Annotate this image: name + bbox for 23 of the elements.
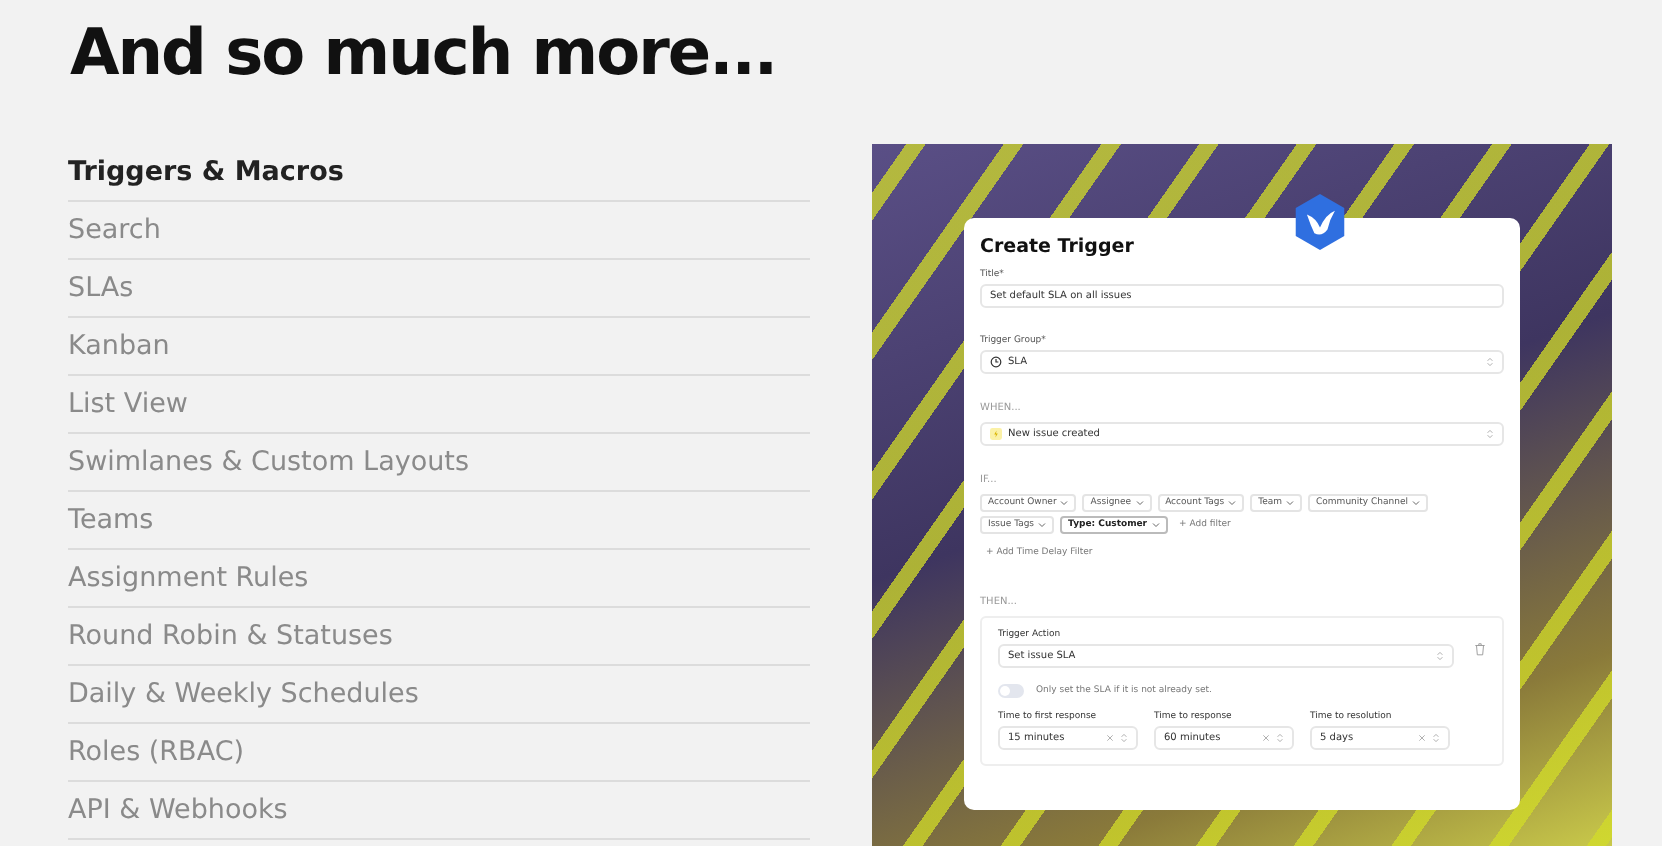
trash-icon[interactable] (1474, 642, 1486, 656)
updown-icon (1486, 356, 1494, 368)
chevron-down-icon (1151, 522, 1160, 528)
clear-icon[interactable] (1106, 734, 1114, 742)
chevron-down-icon (1228, 500, 1237, 506)
toggle-switch[interactable] (998, 684, 1024, 698)
chevron-down-icon (1038, 522, 1047, 528)
chevron-down-icon (1060, 500, 1069, 506)
dialog-title: Create Trigger (980, 236, 1136, 258)
chevron-down-icon (1286, 500, 1295, 506)
chevron-down-icon (1411, 500, 1420, 506)
feature-item[interactable]: Triggers & Macros (68, 144, 810, 202)
clear-icon[interactable] (1262, 734, 1270, 742)
updown-icon (1276, 732, 1284, 744)
clear-icon[interactable] (1418, 734, 1426, 742)
updown-icon (1436, 650, 1444, 662)
lightning-icon (990, 428, 1002, 440)
chevron-down-icon (1135, 500, 1144, 506)
updown-icon (1432, 732, 1440, 744)
updown-icon (1120, 732, 1128, 744)
page-heading: And so much more... (68, 12, 779, 94)
updown-icon (1486, 428, 1494, 440)
clock-icon (990, 356, 1002, 368)
